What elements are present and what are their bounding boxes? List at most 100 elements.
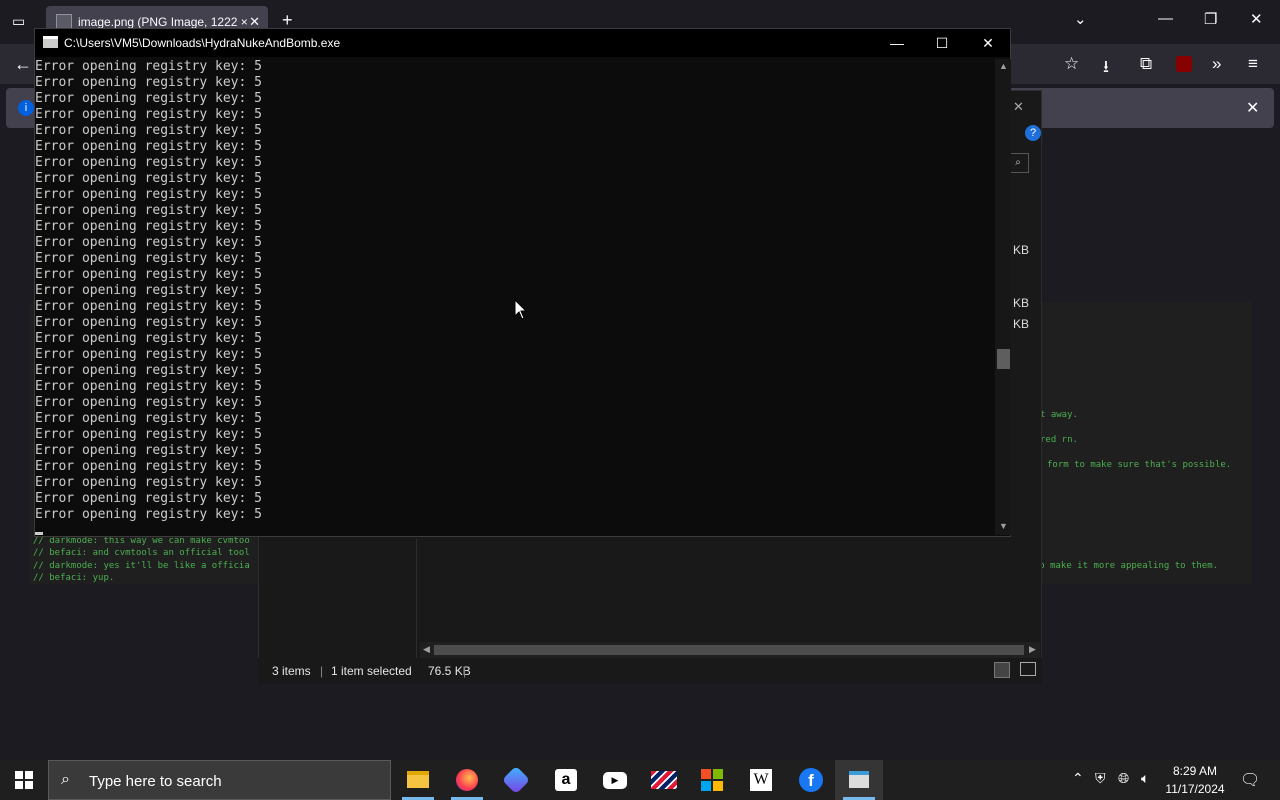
restore-icon[interactable]: ❐ bbox=[1204, 10, 1217, 28]
network-icon[interactable]: 🌐︎ bbox=[1118, 770, 1129, 787]
taskbar-app-facebook[interactable]: f bbox=[786, 760, 834, 800]
notification-close-icon[interactable]: ✕ bbox=[1246, 98, 1259, 118]
code-line: // befaci: and cvmtools an official tool bbox=[33, 548, 250, 558]
console-line: Error opening registry key: 5 bbox=[35, 379, 262, 394]
back-icon[interactable]: ← bbox=[14, 54, 32, 75]
clock-time: 8:29 AM bbox=[1172, 764, 1218, 778]
copilot-icon bbox=[501, 765, 531, 795]
console-line: Error opening registry key: 5 bbox=[35, 347, 262, 362]
bank-of-america-icon bbox=[651, 771, 677, 789]
taskbar-search-box[interactable]: ⌕ Type here to search bbox=[48, 760, 391, 800]
taskbar-app-copilot[interactable] bbox=[492, 760, 540, 800]
console-line: Error opening registry key: 5 bbox=[35, 411, 262, 426]
details-view-icon[interactable] bbox=[994, 662, 1010, 678]
text-cursor bbox=[35, 532, 43, 535]
taskbar-app-firefox[interactable] bbox=[443, 760, 491, 800]
clock-date: 11/17/2024 bbox=[1165, 782, 1225, 796]
ublock-icon[interactable] bbox=[1176, 56, 1192, 72]
download-icon[interactable]: ⭳ bbox=[1103, 54, 1109, 83]
console-line: Error opening registry key: 5 bbox=[35, 171, 262, 186]
console-output[interactable]: Error opening registry key: 5 Error openi… bbox=[35, 59, 997, 535]
notification-center-icon[interactable]: 🗨︎ bbox=[1240, 770, 1260, 790]
scroll-thumb[interactable] bbox=[997, 349, 1010, 369]
console-line: Error opening registry key: 5 bbox=[35, 203, 262, 218]
facebook-icon: f bbox=[799, 768, 823, 792]
navigation-pane bbox=[259, 539, 417, 659]
code-line: form to make sure that's possible. bbox=[1047, 460, 1232, 470]
hamburger-menu-icon[interactable]: ≡ bbox=[1248, 54, 1258, 74]
minimize-icon[interactable]: — bbox=[1158, 10, 1173, 27]
status-divider: | bbox=[320, 664, 324, 678]
console-line: Error opening registry key: 5 bbox=[35, 459, 262, 474]
taskbar-app-console[interactable] bbox=[835, 760, 883, 800]
maximize-button[interactable]: ☐ bbox=[919, 32, 965, 54]
file-size: KB bbox=[1013, 296, 1030, 310]
scroll-left-icon[interactable]: ◀ bbox=[423, 644, 430, 655]
status-divider: | bbox=[463, 664, 467, 678]
console-line: Error opening registry key: 5 bbox=[35, 107, 262, 122]
system-clock[interactable]: 8:29 AM 11/17/2024 bbox=[1160, 762, 1230, 798]
scroll-thumb[interactable] bbox=[434, 645, 1024, 655]
tiles-view-icon[interactable] bbox=[1020, 662, 1036, 676]
taskbar-app-microsoft-store[interactable] bbox=[688, 760, 736, 800]
console-line: Error opening registry key: 5 bbox=[35, 363, 262, 378]
close-button[interactable]: ✕ bbox=[965, 32, 1011, 54]
help-icon[interactable]: ? bbox=[1025, 125, 1041, 141]
file-size: KB bbox=[1013, 317, 1030, 331]
mouse-pointer-icon bbox=[514, 299, 528, 320]
console-line: Error opening registry key: 5 bbox=[35, 475, 262, 490]
console-title-bar[interactable]: C:\Users\VM5\Downloads\HydraNukeAndBomb.… bbox=[35, 29, 1010, 57]
extensions-icon[interactable]: ⧉ bbox=[1140, 54, 1152, 74]
close-icon[interactable]: ✕ bbox=[1250, 10, 1263, 28]
console-line: Error opening registry key: 5 bbox=[35, 155, 262, 170]
console-line: Error opening registry key: 5 bbox=[35, 251, 262, 266]
overflow-chevrons-icon[interactable]: » bbox=[1212, 54, 1221, 74]
taskbar-app-bank-of-america[interactable] bbox=[639, 760, 687, 800]
taskbar-app-youtube[interactable]: ▶ bbox=[590, 760, 638, 800]
console-line: Error opening registry key: 5 bbox=[35, 219, 262, 234]
taskbar-app-wikipedia[interactable]: W bbox=[737, 760, 785, 800]
vertical-scrollbar[interactable]: ▲ ▼ bbox=[995, 59, 1011, 535]
console-line: Error opening registry key: 5 bbox=[35, 123, 262, 138]
console-title: C:\Users\VM5\Downloads\HydraNukeAndBomb.… bbox=[64, 36, 341, 50]
scroll-right-icon[interactable]: ▶ bbox=[1029, 644, 1036, 655]
show-hidden-icons-chevron-icon[interactable]: ⌃ bbox=[1072, 770, 1084, 787]
taskbar: ⌕ Type here to search a ▶ W f ⌃ ⛨ 🌐︎ 🔈︎ bbox=[0, 760, 1280, 800]
code-line: s to make it more appealing to them. bbox=[1023, 561, 1219, 571]
console-line: Error opening registry key: 5 bbox=[35, 267, 262, 282]
security-icon[interactable]: ⛨ bbox=[1095, 770, 1106, 787]
folder-icon bbox=[407, 771, 429, 788]
item-count: 3 items bbox=[272, 664, 311, 678]
firefox-icon bbox=[456, 769, 478, 791]
console-line: Error opening registry key: 5 bbox=[35, 443, 262, 458]
scroll-up-icon[interactable]: ▲ bbox=[999, 61, 1008, 71]
info-icon: i bbox=[18, 100, 34, 116]
microsoft-logo-icon bbox=[701, 769, 723, 791]
taskbar-app-amazon[interactable]: a bbox=[541, 760, 589, 800]
console-app-icon bbox=[43, 36, 58, 48]
console-window[interactable]: C:\Users\VM5\Downloads\HydraNukeAndBomb.… bbox=[34, 28, 1011, 537]
console-line: Error opening registry key: 5 bbox=[35, 59, 262, 74]
code-line: // darkmode: yes it'll be like a officia bbox=[33, 561, 250, 571]
scroll-down-icon[interactable]: ▼ bbox=[999, 521, 1008, 531]
code-line: // befaci: yup. bbox=[33, 573, 115, 583]
console-line: Error opening registry key: 5 bbox=[35, 491, 262, 506]
console-line: Error opening registry key: 5 bbox=[35, 507, 262, 522]
code-line: // darkmode: this way we can make cvmtoo bbox=[33, 536, 250, 546]
explorer-close-icon[interactable]: ✕ bbox=[1013, 99, 1024, 115]
windows-logo-icon bbox=[15, 771, 33, 789]
chevron-down-icon[interactable]: ⌄ bbox=[1074, 10, 1087, 28]
taskbar-app-file-explorer[interactable] bbox=[394, 760, 442, 800]
search-icon: ⌕ bbox=[61, 771, 70, 788]
start-button[interactable] bbox=[0, 760, 48, 800]
search-placeholder: Type here to search bbox=[89, 773, 222, 790]
horizontal-scrollbar[interactable]: ◀ ▶ bbox=[420, 642, 1040, 658]
minimize-button[interactable]: — bbox=[874, 32, 920, 54]
console-line: Error opening registry key: 5 bbox=[35, 139, 262, 154]
console-app-icon bbox=[849, 771, 869, 788]
console-line: Error opening registry key: 5 bbox=[35, 75, 262, 90]
volume-muted-icon[interactable]: 🔈︎ bbox=[1141, 770, 1149, 787]
bookmark-star-icon[interactable]: ☆ bbox=[1064, 54, 1079, 74]
file-size: KB bbox=[1013, 243, 1030, 257]
tab-list-icon[interactable]: ▭ bbox=[12, 13, 25, 30]
